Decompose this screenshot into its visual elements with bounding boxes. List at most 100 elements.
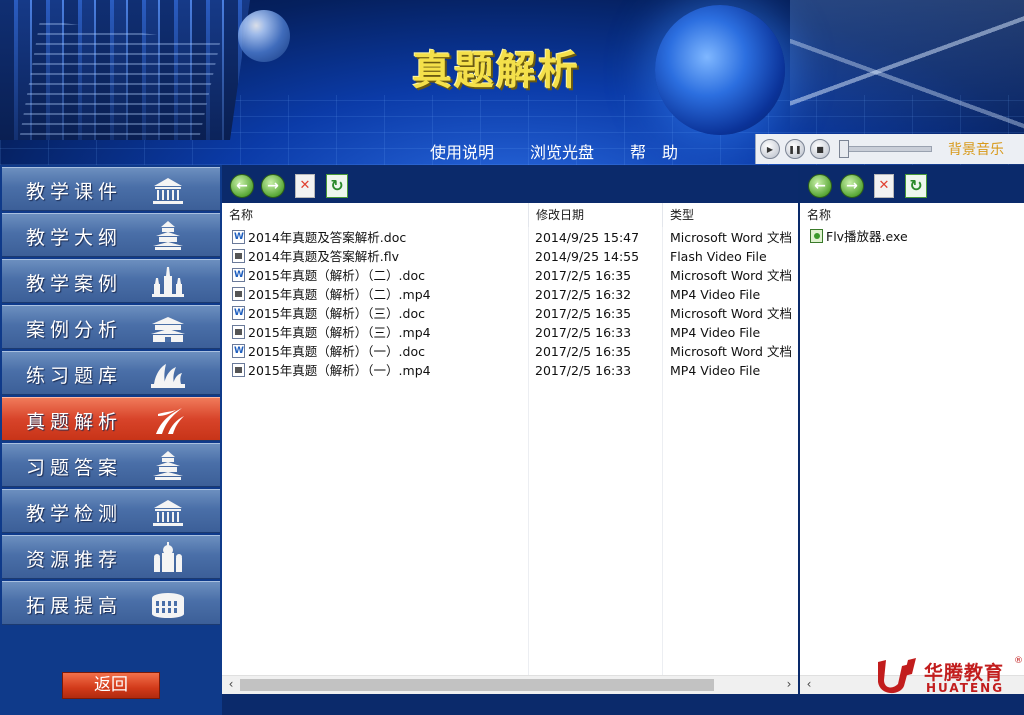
- file-name: 2015年真题（解析）（一）.doc: [248, 344, 425, 359]
- back-button[interactable]: 返回: [62, 672, 160, 699]
- right-toolbar: ← → ✕ ↻: [800, 165, 1024, 203]
- file-date: 2014/9/25 15:47: [535, 230, 640, 245]
- file-type: MP4 Video File: [670, 363, 761, 378]
- scroll-left-icon[interactable]: ‹: [802, 677, 816, 691]
- file-date: 2017/2/5 16:33: [535, 325, 632, 340]
- nav-browse-disc[interactable]: 浏览光盘: [530, 141, 594, 165]
- file-row[interactable]: Flv播放器.exe: [800, 227, 1024, 246]
- sidebar-item-advanced[interactable]: 拓展提高: [2, 581, 220, 625]
- file-type: MP4 Video File: [670, 325, 761, 340]
- file-row[interactable]: 2015年真题（解析）（一）.doc 2017/2/5 16:35 Micros…: [222, 342, 798, 361]
- file-date: 2017/2/5 16:33: [535, 363, 632, 378]
- sidebar-item-label: 资源推荐: [26, 549, 123, 571]
- file-type: MP4 Video File: [670, 287, 761, 302]
- page-title: 真题解析: [412, 48, 580, 94]
- video-file-icon: [232, 249, 245, 263]
- column-header-name[interactable]: 名称: [222, 203, 529, 227]
- sidebar-item-assessment[interactable]: 教学检测: [2, 489, 220, 533]
- nav-instructions[interactable]: 使用说明: [430, 141, 494, 165]
- temple-icon: [153, 451, 183, 480]
- file-name: 2014年真题及答案解析.flv: [248, 249, 400, 264]
- music-label: 背景音乐: [948, 142, 1004, 158]
- file-row[interactable]: 2015年真题（解析）（三）.doc 2017/2/5 16:35 Micros…: [222, 304, 798, 323]
- file-name: 2015年真题（解析）（三）.mp4: [248, 325, 431, 340]
- file-date: 2014/9/25 14:55: [535, 249, 640, 264]
- building-icon: [153, 500, 183, 526]
- sidebar-item-label: 拓展提高: [26, 595, 123, 617]
- column-header-type[interactable]: 类型: [663, 203, 798, 227]
- scrollbar-thumb[interactable]: [240, 679, 714, 691]
- refresh-icon[interactable]: ↻: [326, 174, 348, 198]
- sidebar-item-answers[interactable]: 习题答案: [2, 443, 220, 487]
- swoosh-icon: [156, 408, 184, 434]
- globe-decoration: [655, 5, 785, 135]
- huateng-logo: 华腾教育 HUATENG ®: [872, 654, 1023, 698]
- file-row[interactable]: 2014年真题及答案解析.doc 2014/9/25 15:47 Microso…: [222, 228, 798, 247]
- sidebar-item-cases[interactable]: 教学案例: [2, 259, 220, 303]
- word-doc-icon: [232, 344, 245, 358]
- file-row[interactable]: 2015年真题（解析）（二）.mp4 2017/2/5 16:32 MP4 Vi…: [222, 285, 798, 304]
- stop-icon[interactable]: ■: [810, 139, 830, 159]
- file-row[interactable]: 2015年真题（解析）（二）.doc 2017/2/5 16:35 Micros…: [222, 266, 798, 285]
- word-doc-icon: [232, 306, 245, 320]
- pause-icon[interactable]: ❚❚: [785, 139, 805, 159]
- sidebar-item-exercise-bank[interactable]: 练习题库: [2, 351, 220, 395]
- sidebar-item-case-analysis[interactable]: 案例分析: [2, 305, 220, 349]
- sidebar-item-resources[interactable]: 资源推荐: [2, 535, 220, 579]
- temple-icon: [153, 221, 183, 250]
- sort-caret-icon: ^: [952, 203, 960, 205]
- file-type: Microsoft Word 文档: [670, 268, 792, 283]
- huateng-logo-mark: [878, 658, 916, 694]
- cathedral-icon: [154, 542, 182, 572]
- column-header-name[interactable]: 名称: [800, 203, 1024, 227]
- file-name: 2015年真题（解析）（二）.mp4: [248, 287, 431, 302]
- file-date: 2017/2/5 16:35: [535, 344, 632, 359]
- file-name: 2015年真题（解析）（二）.doc: [248, 268, 425, 283]
- file-name: Flv播放器.exe: [826, 229, 908, 244]
- sidebar: 教学课件 教学大纲 教学案例 案例分析 练习题库 真题解析 习题答案 教学检测 …: [0, 165, 222, 715]
- sidebar-item-label: 教学课件: [26, 181, 123, 203]
- scroll-left-icon[interactable]: ‹: [224, 677, 238, 691]
- sidebar-item-label: 案例分析: [26, 319, 123, 341]
- sidebar-item-label: 真题解析: [26, 411, 123, 433]
- word-doc-icon: [232, 230, 245, 244]
- video-file-icon: [232, 363, 245, 377]
- volume-slider-thumb[interactable]: [839, 140, 849, 158]
- sidebar-item-past-papers[interactable]: 真题解析: [2, 397, 220, 441]
- play-icon[interactable]: ▶: [760, 139, 780, 159]
- volume-slider[interactable]: [839, 140, 932, 158]
- sidebar-item-courseware[interactable]: 教学课件: [2, 167, 220, 211]
- back-arrow-icon[interactable]: ←: [808, 174, 832, 198]
- sidebar-item-label: 教学案例: [26, 273, 123, 295]
- building-icon: [153, 178, 183, 204]
- file-type: Microsoft Word 文档: [670, 230, 792, 245]
- sidebar-item-syllabus[interactable]: 教学大纲: [2, 213, 220, 257]
- top-nav: 使用说明 浏览光盘 帮 助: [430, 141, 714, 165]
- refresh-icon[interactable]: ↻: [905, 174, 927, 198]
- file-name: 2014年真题及答案解析.doc: [248, 230, 407, 245]
- exe-file-icon: [810, 229, 823, 243]
- file-row[interactable]: 2014年真题及答案解析.flv 2014/9/25 14:55 Flash V…: [222, 247, 798, 266]
- forward-arrow-icon[interactable]: →: [840, 174, 864, 198]
- file-row[interactable]: 2015年真题（解析）（一）.mp4 2017/2/5 16:33 MP4 Vi…: [222, 361, 798, 380]
- bridge-image: [790, 0, 1024, 140]
- forward-arrow-icon[interactable]: →: [261, 174, 285, 198]
- scroll-right-icon[interactable]: ›: [782, 677, 796, 691]
- file-type: Microsoft Word 文档: [670, 344, 792, 359]
- file-name: 2015年真题（解析）（三）.doc: [248, 306, 425, 321]
- sidebar-item-label: 教学检测: [26, 503, 123, 525]
- file-row[interactable]: 2015年真题（解析）（三）.mp4 2017/2/5 16:33 MP4 Vi…: [222, 323, 798, 342]
- back-arrow-icon[interactable]: ←: [230, 174, 254, 198]
- kremlin-icon: [152, 267, 184, 297]
- column-header-date[interactable]: 修改日期: [529, 203, 663, 227]
- video-file-icon: [232, 325, 245, 339]
- file-date: 2017/2/5 16:32: [535, 287, 632, 302]
- stop-x-icon[interactable]: ✕: [295, 174, 315, 198]
- brand-name-en: HUATENG: [926, 681, 1005, 695]
- sydney-opera-icon: [151, 364, 185, 388]
- stop-x-icon[interactable]: ✕: [874, 174, 894, 198]
- file-date: 2017/2/5 16:35: [535, 306, 632, 321]
- video-file-icon: [232, 287, 245, 301]
- nav-help[interactable]: 帮 助: [630, 141, 678, 165]
- horizontal-scrollbar[interactable]: ‹ ›: [222, 675, 798, 694]
